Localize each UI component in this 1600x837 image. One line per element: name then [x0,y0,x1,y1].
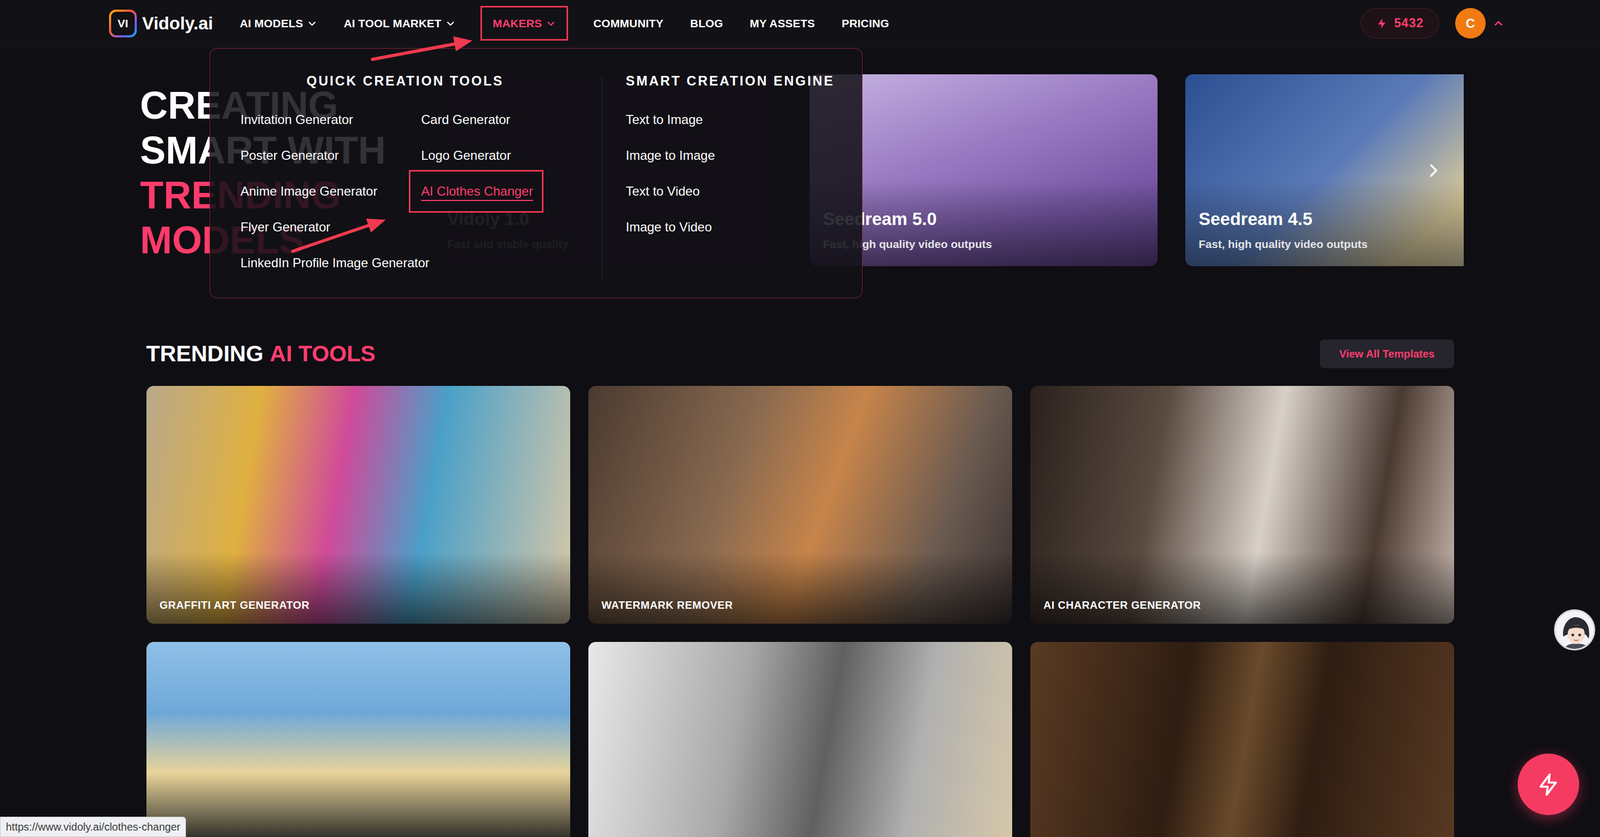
user-avatar[interactable]: C [1455,8,1486,39]
tool-card[interactable] [1030,641,1455,837]
menu-section: SMART CREATION ENGINE Text to Image Image … [602,48,851,298]
menu-item[interactable]: AI Clothes Changer [421,173,570,209]
trending-title-text: TRENDING [146,340,264,367]
tool-card[interactable] [588,641,1013,837]
menu-item-label: Invitation Generator [240,110,354,130]
credits-button[interactable]: 5432 [1360,8,1440,39]
logo-mark-text: VI [111,11,135,36]
tool-card[interactable]: AI CHARACTER GENERATOR [1030,385,1455,624]
nav-label: BLOG [690,14,724,33]
menu-item[interactable]: Invitation Generator [240,101,422,138]
nav-label: AI MODELS [239,14,304,33]
chevron-down-icon [546,18,556,29]
menu-column: Invitation Generator Poster Generator Anim… [240,101,422,281]
model-card[interactable]: Seedream 4.5 Fast, high quality video out… [1185,74,1464,267]
nav-label: COMMUNITY [593,14,664,33]
chevron-right-icon[interactable] [1424,161,1443,180]
menu-item[interactable]: Logo Generator [421,137,570,174]
lightning-icon [1376,17,1388,30]
trending-section: TRENDINGAI TOOLS View All Templates GRAFFI… [146,339,1455,837]
nav-label: MY ASSETS [749,14,815,33]
tool-label: AI CHARACTER GENERATOR [1043,596,1202,613]
nav-item[interactable]: MY ASSETS [748,5,817,42]
chevron-down-icon [307,18,317,29]
main-nav: AI MODELS AI TOOL MARKET MAKERS COMMUNITY BL… [238,5,891,42]
trending-header: TRENDINGAI TOOLS View All Templates [146,339,1455,369]
menu-item[interactable]: Text to Image [625,101,835,138]
nav-item[interactable]: BLOG [688,5,725,42]
tool-label: WATERMARK REMOVER [601,596,734,613]
menu-section-title: SMART CREATION ENGINE [625,72,835,89]
tool-card[interactable]: GRAFFITI ART GENERATOR [146,385,571,624]
menu-item-label: Text to Image [625,110,703,130]
chevron-down-icon [445,18,456,29]
credits-count: 5432 [1394,13,1424,33]
top-navbar: VI Vidoly.ai AI MODELS AI TOOL MARKET MAKERS… [0,0,1600,48]
nav-label: PRICING [841,14,890,33]
nav-label: AI TOOL MARKET [343,14,442,33]
quick-create-button[interactable] [1517,753,1580,815]
page: VI Vidoly.ai AI MODELS AI TOOL MARKET MAKERS… [0,0,1600,837]
logo-name: Vidoly.ai [142,10,214,37]
menu-item[interactable]: Flyer Generator [240,208,422,245]
menu-columns: Text to Image Image to Image Text to Video… [625,101,835,245]
menu-item[interactable]: LinkedIn Profile Image Generator [240,244,422,281]
menu-divider [601,76,603,281]
logo-mark: VI [109,9,137,38]
makers-menu: QUICK CREATION TOOLS Invitation Generator… [209,48,863,299]
nav-item[interactable]: MAKERS [480,5,569,42]
menu-item-label: Text to Video [625,181,700,201]
trending-title-accent: AI TOOLS [269,340,376,367]
menu-item-label: Logo Generator [421,145,511,166]
model-title: Seedream 5.0 [822,205,1145,233]
menu-column: Card Generator Logo Generator AI Clothes C… [421,101,570,281]
menu-item-label: Image to Video [625,217,712,237]
menu-item-label: AI Clothes Changer [421,181,533,201]
menu-item[interactable]: Poster Generator [240,137,422,174]
menu-section: QUICK CREATION TOOLS Invitation Generator… [210,48,602,298]
tool-card[interactable] [146,641,571,837]
menu-column: Text to Image Image to Image Text to Video… [625,101,835,245]
menu-item[interactable]: Card Generator [421,101,570,138]
nav-item[interactable]: COMMUNITY [591,5,665,42]
menu-item-label: LinkedIn Profile Image Generator [240,253,430,273]
nav-item[interactable]: AI MODELS [238,5,319,42]
nav-item[interactable]: AI TOOL MARKET [342,5,457,42]
assistant-avatar-icon[interactable] [1554,609,1596,651]
trending-title: TRENDINGAI TOOLS [146,340,376,368]
model-title: Seedream 4.5 [1198,205,1464,233]
tool-card[interactable]: WATERMARK REMOVER [588,385,1013,624]
nav-item[interactable]: PRICING [840,5,891,42]
chevron-up-icon [1493,18,1504,29]
status-url: https://www.vidoly.ai/clothes-changer [0,816,186,837]
menu-item[interactable]: Image to Video [625,208,835,245]
logo[interactable]: VI Vidoly.ai [109,9,214,38]
model-subtitle: Fast, high quality video outputs [822,235,1145,253]
menu-item[interactable]: Anime Image Generator [240,173,422,209]
tool-grid: GRAFFITI ART GENERATOR WATERMARK REMOVER A… [146,385,1455,837]
menu-item-label: Anime Image Generator [240,181,378,201]
menu-item[interactable]: Image to Image [625,137,835,174]
nav-label: MAKERS [492,14,542,33]
menu-item[interactable]: Text to Video [625,173,835,209]
menu-item-label: Poster Generator [240,145,339,166]
menu-section-title: QUICK CREATION TOOLS [240,72,570,89]
tool-label: GRAFFITI ART GENERATOR [159,596,310,613]
menu-columns: Invitation Generator Poster Generator Anim… [240,101,570,281]
view-all-button[interactable]: View All Templates [1319,339,1455,369]
lightning-icon [1536,772,1561,797]
menu-item-label: Card Generator [421,110,511,130]
user-area: 5432 C [1360,8,1504,39]
menu-item-label: Image to Image [625,145,716,166]
menu-item-label: Flyer Generator [240,217,331,237]
model-subtitle: Fast, high quality video outputs [1198,235,1464,253]
